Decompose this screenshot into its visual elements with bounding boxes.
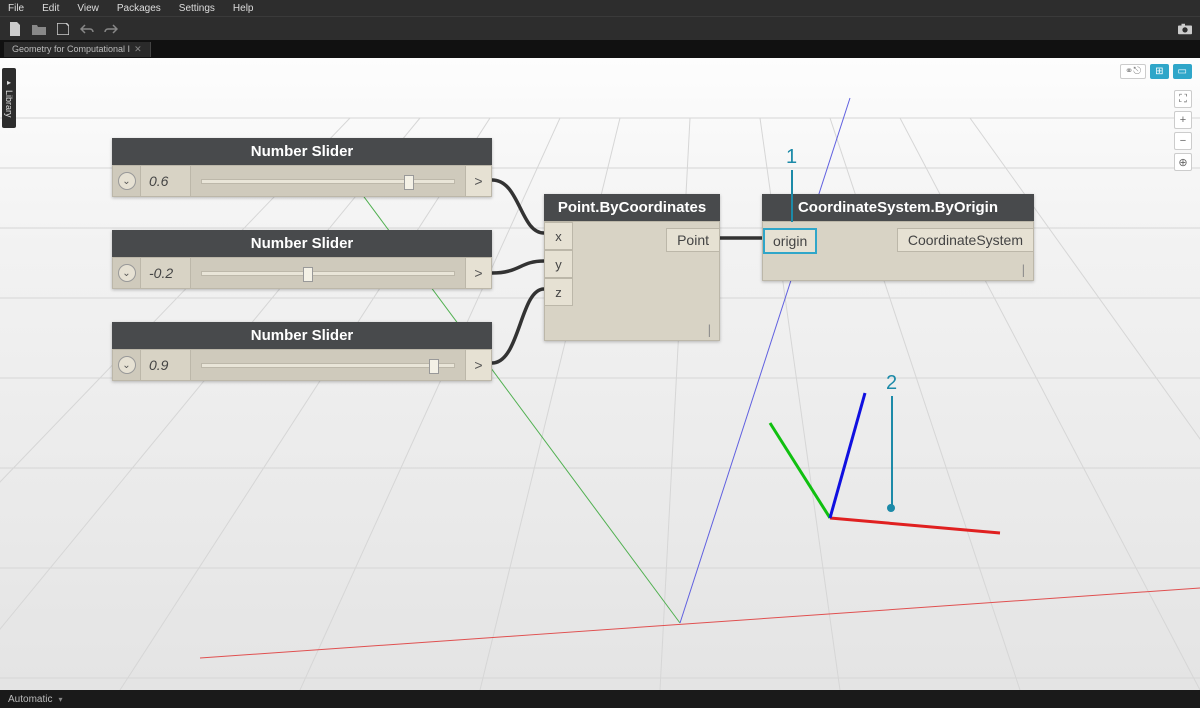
run-mode-dropdown[interactable]: Automatic	[8, 694, 52, 705]
slider-track[interactable]	[191, 350, 465, 380]
annotation-1-line	[791, 170, 793, 222]
chevron-down-icon: ⌄	[118, 356, 136, 374]
open-file-icon[interactable]	[32, 22, 46, 36]
annotation-2-line	[891, 396, 893, 506]
node-header: Number Slider	[112, 230, 492, 257]
output-port[interactable]: >	[465, 166, 491, 196]
menu-edit[interactable]: Edit	[42, 3, 59, 14]
view-graph-button[interactable]: ▭	[1173, 64, 1192, 79]
node-number-slider-3[interactable]: Number Slider ⌄ 0.9 >	[112, 322, 492, 381]
output-port[interactable]: >	[465, 258, 491, 288]
expand-toggle[interactable]: ⌄	[113, 258, 141, 288]
slider-value[interactable]: 0.9	[141, 350, 191, 380]
input-port-origin[interactable]: origin	[763, 228, 817, 254]
redo-icon[interactable]	[104, 22, 118, 36]
slider-thumb[interactable]	[404, 175, 414, 190]
output-port-point[interactable]: Point	[666, 228, 719, 252]
node-header: Number Slider	[112, 138, 492, 165]
node-point-bycoordinates[interactable]: Point.ByCoordinates x y z Point |	[544, 194, 720, 341]
zoom-in-button[interactable]: +	[1174, 111, 1192, 129]
node-number-slider-1[interactable]: Number Slider ⌄ 0.6 >	[112, 138, 492, 197]
chevron-down-icon: ⌄	[118, 264, 136, 282]
slider-value[interactable]: 0.6	[141, 166, 191, 196]
zoom-controls: ⛶ + − ⊕	[1174, 90, 1192, 171]
input-port-z[interactable]: z	[545, 278, 573, 306]
input-port-x[interactable]: x	[545, 222, 573, 250]
slider-track[interactable]	[191, 166, 465, 196]
slider-track[interactable]	[191, 258, 465, 288]
document-tab[interactable]: Geometry for Computational I ✕	[4, 42, 151, 57]
view-nav-button[interactable]: ⚭⎋	[1120, 64, 1146, 79]
node-header: Point.ByCoordinates	[544, 194, 720, 221]
expand-toggle[interactable]: ⌄	[113, 166, 141, 196]
toolbar	[0, 16, 1200, 40]
node-coordinatesystem-byorigin[interactable]: CoordinateSystem.ByOrigin origin Coordin…	[762, 194, 1034, 281]
close-tab-icon[interactable]: ✕	[134, 44, 142, 55]
camera-icon[interactable]	[1178, 22, 1192, 36]
expand-toggle[interactable]: ⌄	[113, 350, 141, 380]
chevron-down-icon: ⌄	[118, 172, 136, 190]
slider-value[interactable]: -0.2	[141, 258, 191, 288]
input-port-y[interactable]: y	[545, 250, 573, 278]
view-3d-button[interactable]: ⊞	[1150, 64, 1168, 79]
menu-view[interactable]: View	[77, 3, 99, 14]
save-icon[interactable]	[56, 22, 70, 36]
annotation-2-label: 2	[886, 372, 897, 395]
view-mode-buttons: ⚭⎋ ⊞ ▭	[1120, 64, 1192, 79]
dropdown-caret-icon: ▾	[58, 695, 62, 704]
zoom-extra-button[interactable]: ⊕	[1174, 153, 1192, 171]
status-bar: Automatic ▾	[0, 690, 1200, 708]
menu-help[interactable]: Help	[233, 3, 254, 14]
menu-file[interactable]: File	[8, 3, 24, 14]
lacing-indicator: |	[706, 323, 713, 337]
output-port[interactable]: >	[465, 350, 491, 380]
new-file-icon[interactable]	[8, 22, 22, 36]
node-header: Number Slider	[112, 322, 492, 349]
library-label: Library	[4, 90, 14, 118]
lacing-indicator: |	[1020, 263, 1027, 277]
zoom-fit-button[interactable]: ⛶	[1174, 90, 1192, 108]
zoom-out-button[interactable]: −	[1174, 132, 1192, 150]
annotation-2-dot	[887, 504, 895, 512]
annotation-1-label: 1	[786, 146, 797, 169]
slider-thumb[interactable]	[303, 267, 313, 282]
document-tab-bar: Geometry for Computational I ✕	[0, 40, 1200, 58]
node-header: CoordinateSystem.ByOrigin	[762, 194, 1034, 221]
node-number-slider-2[interactable]: Number Slider ⌄ -0.2 >	[112, 230, 492, 289]
library-panel-toggle[interactable]: ▸ Library	[2, 68, 16, 128]
menu-bar: File Edit View Packages Settings Help	[0, 0, 1200, 16]
output-port-coordinatesystem[interactable]: CoordinateSystem	[897, 228, 1033, 252]
workspace-canvas[interactable]: ▸ Library ⚭⎋ ⊞ ▭ ⛶ + − ⊕ Number Slider ⌄…	[0, 58, 1200, 690]
expand-right-icon: ▸	[5, 78, 14, 87]
menu-settings[interactable]: Settings	[179, 3, 215, 14]
undo-icon[interactable]	[80, 22, 94, 36]
slider-thumb[interactable]	[429, 359, 439, 374]
document-tab-title: Geometry for Computational I	[12, 44, 130, 54]
menu-packages[interactable]: Packages	[117, 3, 161, 14]
